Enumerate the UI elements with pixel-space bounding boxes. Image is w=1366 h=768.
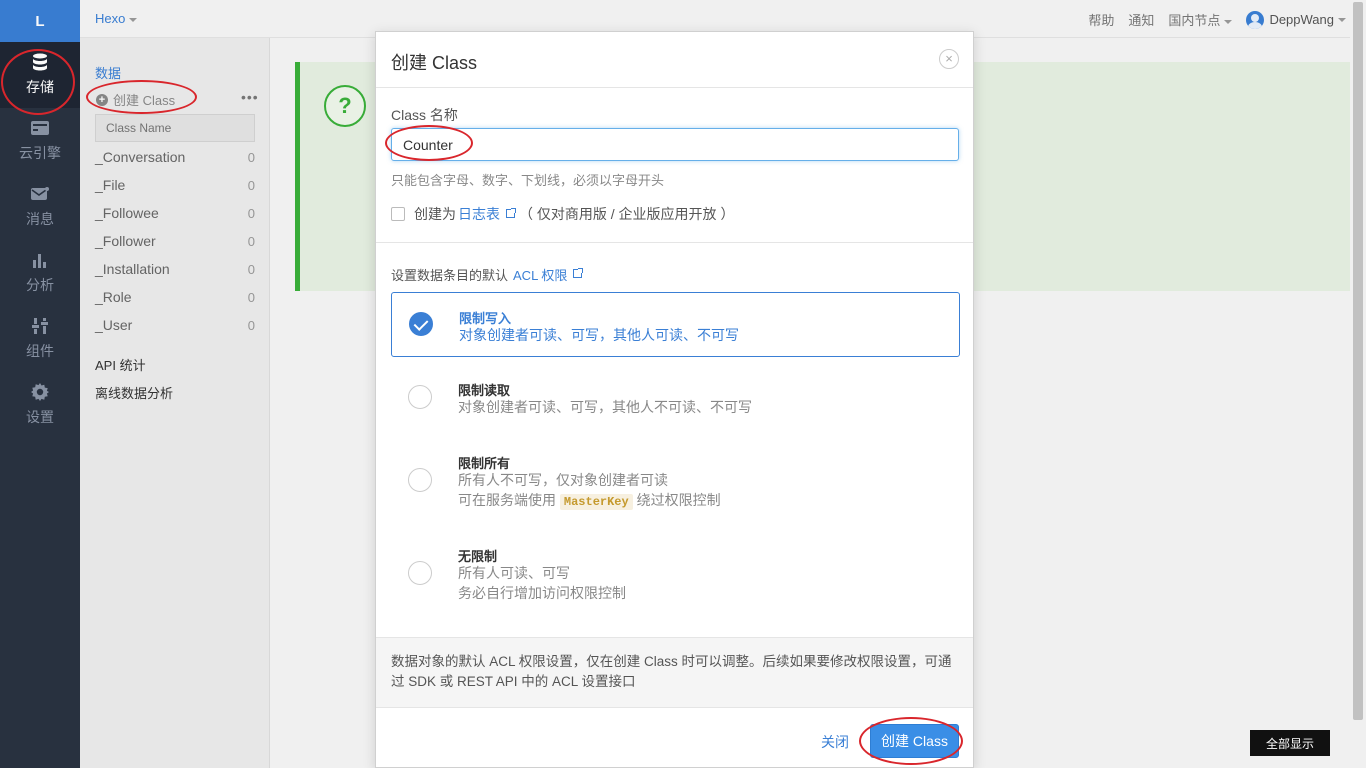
option-desc: 所有人可读、可写 [458,565,570,581]
acl-option-unrestricted[interactable]: 无限制 所有人可读、可写 务必自行增加访问权限控制 [391,531,960,616]
option-desc: 对象创建者可读、可写，其他人不可读、不可写 [458,399,752,415]
option-desc-2: 可在服务端使用 MasterKey 绕过权限控制 [458,490,721,512]
class-name-input[interactable] [391,128,959,161]
log-suffix: （ 仅对商用版 / 企业版应用开放 ） [519,206,735,222]
divider [376,242,973,243]
option-desc-2: 务必自行增加访问权限控制 [458,585,626,601]
close-icon[interactable]: × [939,49,959,69]
dialog-footer: 关闭 创建 Class [376,707,973,768]
create-class-button[interactable]: 创建 Class [870,724,959,758]
acl-option-restrict-read[interactable]: 限制读取 对象创建者可读、可写，其他人不可读、不可写 [391,365,960,430]
dialog-title: 创建 Class [391,53,478,73]
acl-label-prefix: 设置数据条目的默认 [391,268,509,283]
acl-option-restrict-write[interactable]: 限制写入 对象创建者可读、可写，其他人可读、不可写 [391,292,960,357]
log-prefix: 创建为 [414,206,456,222]
show-all-button[interactable]: 全部显示 [1250,730,1330,756]
option-desc: 对象创建者可读、可写，其他人可读、不可写 [459,327,739,343]
page-scrollbar[interactable] [1350,0,1366,768]
acl-label: 设置数据条目的默认 ACL 权限 [391,265,586,284]
acl-note: 数据对象的默认 ACL 权限设置，仅在创建 Class 时可以调整。后续如果要修… [376,637,973,707]
class-name-hint: 只能包含字母、数字、下划线，必须以字母开头 [391,173,665,188]
radio-checked-icon[interactable] [409,312,433,336]
acl-docs-link[interactable]: ACL 权限 [513,265,567,284]
option-desc: 所有人不可写，仅对象创建者可读 [458,472,668,488]
option-desc-prefix: 可在服务端使用 [458,492,556,508]
masterkey-code: MasterKey [559,494,633,510]
radio-icon[interactable] [408,385,432,409]
close-button[interactable]: 关闭 [821,732,849,752]
create-class-dialog: 创建 Class × Class 名称 只能包含字母、数字、下划线，必须以字母开… [375,31,974,768]
log-table-option: 创建为 日志表 （ 仅对商用版 / 企业版应用开放 ） [391,204,734,224]
external-link-icon [573,268,584,278]
scrollbar-thumb[interactable] [1353,2,1363,720]
external-link-icon [506,207,516,218]
radio-icon[interactable] [408,468,432,492]
log-table-link[interactable]: 日志表 [458,204,500,224]
option-desc-suffix: 绕过权限控制 [636,492,721,508]
radio-icon[interactable] [408,561,432,585]
log-table-checkbox[interactable] [391,207,405,221]
dialog-header: 创建 Class × [376,32,973,88]
class-name-label: Class 名称 [391,107,458,123]
acl-option-restrict-all[interactable]: 限制所有 所有人不可写，仅对象创建者可读 可在服务端使用 MasterKey 绕… [391,438,960,523]
